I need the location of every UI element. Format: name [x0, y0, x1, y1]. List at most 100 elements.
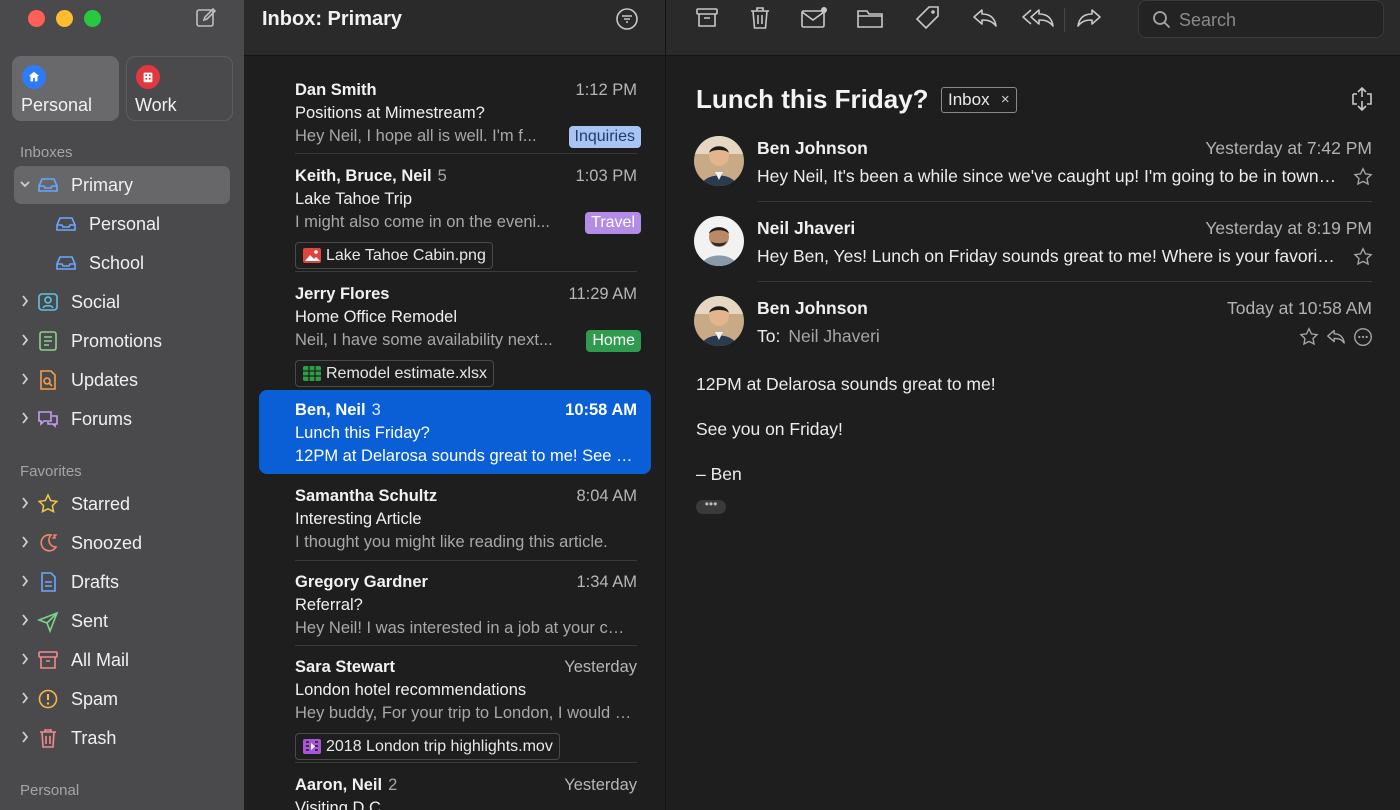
- chevron-right-icon[interactable]: [18, 651, 32, 667]
- document-search-icon: [40, 370, 56, 390]
- chevron-right-icon[interactable]: [18, 573, 32, 589]
- list-item[interactable]: Aaron, Neil 2 Yesterday Visiting D.C.: [259, 773, 651, 810]
- chevron-right-icon[interactable]: [18, 495, 32, 511]
- chevron-right-icon[interactable]: [18, 690, 32, 706]
- chevron-right-icon[interactable]: [18, 332, 32, 348]
- sidebar-item-spam[interactable]: Spam: [14, 680, 230, 718]
- show-quoted-text-button[interactable]: •••: [696, 498, 726, 514]
- account-personal-button[interactable]: Personal: [12, 56, 119, 121]
- sidebar-item-personal[interactable]: Personal: [14, 205, 230, 243]
- list-item[interactable]: Gregory Gardner 1:34 AM Referral? Hey Ne…: [259, 570, 651, 645]
- trash-icon: [751, 7, 769, 29]
- sidebar-item-trash[interactable]: Trash: [14, 719, 230, 757]
- label-tag[interactable]: Home: [586, 330, 641, 352]
- thread-message[interactable]: Ben Johnson Yesterday at 7:42 PM Hey Nei…: [694, 136, 1374, 192]
- chevron-down-icon[interactable]: [18, 176, 32, 192]
- reply-button[interactable]: [971, 5, 999, 31]
- account-label: Personal: [21, 95, 93, 115]
- list-item-selected[interactable]: Ben, Neil 3 10:58 AM Lunch this Friday? 1…: [259, 390, 651, 474]
- inbox-tray-icon: [56, 217, 76, 231]
- filter-icon[interactable]: [615, 7, 639, 31]
- minimize-window-button[interactable]: [56, 10, 73, 27]
- sidebar-item-label: Spam: [71, 689, 119, 709]
- inbox-tray-icon: [38, 178, 58, 192]
- list-item[interactable]: Keith, Bruce, Neil 5 1:03 PM Lake Tahoe T…: [259, 164, 651, 270]
- close-window-button[interactable]: [28, 10, 45, 27]
- thread-message-expanded[interactable]: Ben Johnson Today at 10:58 AM To: Neil Jh…: [694, 296, 1374, 352]
- chevron-right-icon[interactable]: [18, 293, 32, 309]
- recipient-name[interactable]: Neil Jhaveri: [788, 326, 879, 346]
- attachment-name: 2018 London trip highlights.mov: [326, 738, 553, 755]
- inbox-label-chip[interactable]: Inbox ×: [941, 87, 1017, 113]
- sidebar-item-drafts[interactable]: Drafts: [14, 563, 230, 601]
- sidebar-item-school[interactable]: School: [14, 244, 230, 282]
- sidebar-item-promotions[interactable]: Promotions: [14, 322, 230, 360]
- star-icon[interactable]: [1352, 246, 1374, 268]
- list-item[interactable]: Dan Smith 1:12 PM Positions at Mimestrea…: [259, 78, 651, 153]
- attachment-chip[interactable]: Lake Tahoe Cabin.png: [295, 242, 493, 269]
- chevron-right-icon[interactable]: [18, 729, 32, 745]
- message-subject: London hotel recommendations: [295, 681, 527, 699]
- thread-message[interactable]: Neil Jhaveri Yesterday at 8:19 PM Hey Be…: [694, 216, 1374, 272]
- sender-name: Dan Smith: [295, 81, 377, 99]
- delete-button[interactable]: [746, 5, 774, 31]
- message-subject: Visiting D.C.: [295, 799, 386, 810]
- message-timestamp: Yesterday at 8:19 PM: [1205, 218, 1372, 238]
- divider: [295, 762, 637, 763]
- archive-button[interactable]: [693, 5, 721, 31]
- more-options-icon[interactable]: [1352, 326, 1374, 348]
- sidebar-item-forums[interactable]: Forums: [14, 400, 230, 438]
- tag-icon: [915, 6, 939, 30]
- toolbar-divider: [1064, 8, 1065, 32]
- reply-all-button[interactable]: [1021, 5, 1057, 31]
- message-preview: I thought you might like reading this ar…: [295, 533, 608, 551]
- reply-all-icon: [1022, 9, 1054, 27]
- sidebar-item-label: All Mail: [71, 650, 130, 670]
- sidebar-item-sent[interactable]: Sent: [14, 602, 230, 640]
- attachment-chip[interactable]: 2018 London trip highlights.mov: [295, 733, 560, 760]
- sidebar-item-updates[interactable]: Updates: [14, 361, 230, 399]
- paper-plane-icon: [36, 611, 59, 633]
- message-subject: Referral?: [295, 596, 363, 614]
- sidebar-item-all-mail[interactable]: All Mail: [14, 641, 230, 679]
- list-item[interactable]: Sara Stewart Yesterday London hotel reco…: [259, 655, 651, 761]
- message-time: 8:04 AM: [576, 487, 637, 505]
- star-icon[interactable]: [1352, 166, 1374, 188]
- remove-label-button[interactable]: ×: [1001, 88, 1010, 112]
- mark-unread-button[interactable]: [800, 5, 828, 31]
- chevron-right-icon[interactable]: [18, 371, 32, 387]
- sender-name: Gregory Gardner: [295, 573, 428, 591]
- list-item[interactable]: Samantha Schultz 8:04 AM Interesting Art…: [259, 484, 651, 559]
- label-chip-text: Inbox: [948, 90, 990, 109]
- avatar: [694, 136, 744, 186]
- label-tag[interactable]: Inquiries: [568, 126, 641, 148]
- expand-icon[interactable]: [1349, 87, 1375, 111]
- chevron-right-icon[interactable]: [18, 612, 32, 628]
- email-body-line: See you on Friday!: [696, 419, 843, 439]
- message-time: 1:34 AM: [576, 573, 637, 591]
- chevron-right-icon[interactable]: [18, 534, 32, 550]
- attachment-name: Remodel estimate.xlsx: [326, 365, 487, 382]
- reply-icon[interactable]: [1325, 326, 1347, 348]
- sidebar-item-primary[interactable]: Primary: [14, 166, 230, 204]
- sidebar-item-label: Primary: [71, 175, 133, 195]
- list-item[interactable]: Jerry Flores 11:29 AM Home Office Remode…: [259, 282, 651, 388]
- forward-button[interactable]: [1075, 5, 1103, 31]
- label-tag[interactable]: Travel: [585, 212, 641, 234]
- search-input[interactable]: [1179, 7, 1369, 33]
- chevron-right-icon[interactable]: [18, 410, 32, 426]
- sender-name: Samantha Schultz: [295, 487, 438, 505]
- label-button[interactable]: [914, 5, 942, 31]
- thread-count: 3: [371, 401, 381, 419]
- search-field[interactable]: [1138, 0, 1384, 38]
- star-icon[interactable]: [1298, 326, 1320, 348]
- zoom-window-button[interactable]: [84, 10, 101, 27]
- move-to-folder-button[interactable]: [856, 5, 884, 31]
- sidebar-item-starred[interactable]: Starred: [14, 485, 230, 523]
- compose-icon[interactable]: [194, 6, 218, 30]
- attachment-chip[interactable]: Remodel estimate.xlsx: [295, 360, 494, 387]
- sidebar-item-snoozed[interactable]: Snoozed: [14, 524, 230, 562]
- sidebar-item-social[interactable]: Social: [14, 283, 230, 321]
- folder-icon: [857, 10, 883, 28]
- account-work-button[interactable]: Work: [126, 56, 233, 121]
